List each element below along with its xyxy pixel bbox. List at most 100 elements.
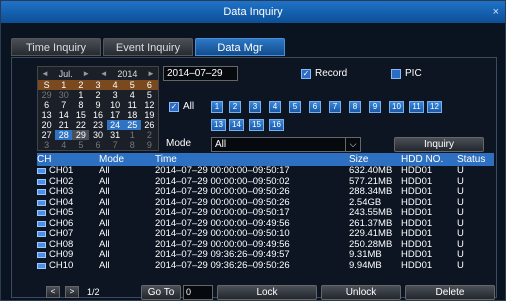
calendar-day[interactable]: 1 xyxy=(72,90,89,100)
table-row[interactable]: CH03 All 2014–07–29 00:00:00–09:50:26 28… xyxy=(37,187,494,198)
channel-button-3[interactable]: 3 xyxy=(249,101,261,113)
delete-button[interactable]: Delete xyxy=(405,285,495,300)
calendar-day[interactable]: 30 xyxy=(55,90,72,100)
goto-button[interactable]: Go To xyxy=(141,285,181,300)
calendar-day[interactable]: 15 xyxy=(72,110,89,120)
calendar-day[interactable]: 22 xyxy=(72,120,89,130)
date-field[interactable]: 2014–07–29 xyxy=(163,66,238,81)
all-channels-checkbox[interactable]: ✓ All xyxy=(169,101,194,112)
calendar-day[interactable]: 7 xyxy=(55,100,72,110)
calendar-day[interactable]: 11 xyxy=(124,100,141,110)
next-year-icon[interactable]: ► xyxy=(147,69,155,78)
calendar-day[interactable]: 13 xyxy=(38,110,55,120)
calendar-day[interactable]: 2 xyxy=(89,90,106,100)
calendar-day[interactable]: 2 xyxy=(141,130,158,140)
checkbox-icon[interactable] xyxy=(37,168,46,175)
calendar-day[interactable]: 23 xyxy=(89,120,106,130)
checkbox-icon[interactable] xyxy=(37,252,46,259)
next-month-icon[interactable]: ► xyxy=(82,69,90,78)
calendar-day[interactable]: 5 xyxy=(72,140,89,150)
channel-button-2[interactable]: 2 xyxy=(229,101,241,113)
channel-button-15[interactable]: 15 xyxy=(249,119,264,131)
channel-button-11[interactable]: 11 xyxy=(409,101,424,113)
tab-event-inquiry[interactable]: Event Inquiry xyxy=(103,38,193,56)
channel-button-4[interactable]: 4 xyxy=(269,101,281,113)
channel-button-5[interactable]: 5 xyxy=(289,101,301,113)
calendar-day[interactable]: 5 xyxy=(141,90,158,100)
channel-button-8[interactable]: 8 xyxy=(349,101,361,113)
prev-page-button[interactable]: < xyxy=(46,286,60,298)
channel-button-7[interactable]: 7 xyxy=(329,101,341,113)
calendar-day[interactable]: 17 xyxy=(107,110,124,120)
checkbox-icon[interactable] xyxy=(37,178,46,185)
calendar-day[interactable]: 12 xyxy=(141,100,158,110)
calendar-day[interactable]: 3 xyxy=(107,90,124,100)
goto-page-input[interactable]: 0 xyxy=(183,285,213,300)
calendar-day[interactable]: 14 xyxy=(55,110,72,120)
calendar-day[interactable]: 4 xyxy=(124,90,141,100)
checkbox-icon[interactable] xyxy=(37,241,46,248)
calendar-day[interactable]: 20 xyxy=(38,120,55,130)
channel-button-1[interactable]: 1 xyxy=(211,101,223,113)
channel-button-13[interactable]: 13 xyxy=(211,119,226,131)
calendar-day[interactable]: 31 xyxy=(107,130,124,140)
table-row[interactable]: CH05 All 2014–07–29 00:00:00–09:50:17 24… xyxy=(37,208,494,219)
table-row[interactable]: CH04 All 2014–07–29 00:00:00–09:50:26 2.… xyxy=(37,198,494,209)
calendar-day[interactable]: 26 xyxy=(141,120,158,130)
channel-button-6[interactable]: 6 xyxy=(309,101,321,113)
calendar-day[interactable]: 3 xyxy=(38,140,55,150)
calendar-day[interactable]: 10 xyxy=(107,100,124,110)
calendar-day[interactable]: 30 xyxy=(89,130,106,140)
table-row[interactable]: CH08 All 2014–07–29 00:00:00–09:49:56 25… xyxy=(37,240,494,251)
calendar-day[interactable]: 21 xyxy=(55,120,72,130)
calendar-day[interactable]: 9 xyxy=(141,140,158,150)
calendar-day[interactable]: 8 xyxy=(72,100,89,110)
prev-year-icon[interactable]: ◄ xyxy=(100,69,108,78)
calendar-day-recorded[interactable]: 25 xyxy=(123,120,141,130)
calendar-day[interactable]: 1 xyxy=(124,130,141,140)
checkbox-icon[interactable] xyxy=(37,262,46,269)
table-row[interactable]: CH02 All 2014–07–29 00:00:00–09:50:02 57… xyxy=(37,177,494,188)
pic-checkbox[interactable]: PIC xyxy=(391,68,422,79)
table-row[interactable]: CH09 All 2014–07–29 09:36:26–09:49:57 9.… xyxy=(37,250,494,261)
tab-data-mgr[interactable]: Data Mgr xyxy=(195,38,285,56)
checkbox-icon[interactable] xyxy=(37,210,46,217)
table-row[interactable]: CH10 All 2014–07–29 09:36:26–09:50:26 9.… xyxy=(37,261,494,272)
checkbox-icon[interactable] xyxy=(37,199,46,206)
channel-button-10[interactable]: 10 xyxy=(389,101,404,113)
prev-month-icon[interactable]: ◄ xyxy=(41,69,49,78)
channel-button-14[interactable]: 14 xyxy=(229,119,244,131)
checkbox-icon[interactable] xyxy=(37,189,46,196)
record-checkbox[interactable]: ✓ Record xyxy=(301,68,347,79)
calendar-day[interactable]: 29 xyxy=(38,90,55,100)
table-row[interactable]: CH07 All 2014–07–29 00:00:00–09:50:10 22… xyxy=(37,229,494,240)
calendar-day[interactable]: 8 xyxy=(124,140,141,150)
calendar-day-recorded[interactable]: 28 xyxy=(55,130,73,140)
calendar-day[interactable]: 9 xyxy=(89,100,106,110)
table-row[interactable]: CH06 All 2014–07–29 00:00:00–09:49:56 26… xyxy=(37,219,494,230)
calendar-day[interactable]: 7 xyxy=(107,140,124,150)
calendar-day[interactable]: 18 xyxy=(124,110,141,120)
calendar-day[interactable]: 4 xyxy=(55,140,72,150)
chevron-down-icon[interactable]: ⌵ xyxy=(345,138,360,151)
close-icon[interactable]: × xyxy=(493,1,499,23)
channel-button-16[interactable]: 16 xyxy=(269,119,284,131)
channel-button-12[interactable]: 12 xyxy=(427,101,442,113)
checkbox-icon[interactable] xyxy=(37,220,46,227)
calendar-day[interactable]: 6 xyxy=(89,140,106,150)
table-row[interactable]: CH01 All 2014–07–29 00:00:00–09:50:17 63… xyxy=(37,166,494,177)
calendar-day[interactable]: 19 xyxy=(141,110,158,120)
next-page-button[interactable]: > xyxy=(65,286,79,298)
tab-time-inquiry[interactable]: Time Inquiry xyxy=(11,38,101,56)
unlock-button[interactable]: Unlock xyxy=(321,285,401,300)
inquiry-button[interactable]: Inquiry xyxy=(394,137,484,152)
calendar-day-selected[interactable]: 29 xyxy=(72,130,90,140)
checkbox-icon[interactable] xyxy=(37,231,46,238)
lock-button[interactable]: Lock xyxy=(217,285,317,300)
mode-dropdown[interactable]: All ⌵ xyxy=(211,137,361,152)
calendar-day-recorded[interactable]: 24 xyxy=(106,120,124,130)
channel-button-9[interactable]: 9 xyxy=(369,101,381,113)
calendar-day[interactable]: 27 xyxy=(38,130,55,140)
calendar-day[interactable]: 6 xyxy=(38,100,55,110)
calendar-day[interactable]: 16 xyxy=(89,110,106,120)
